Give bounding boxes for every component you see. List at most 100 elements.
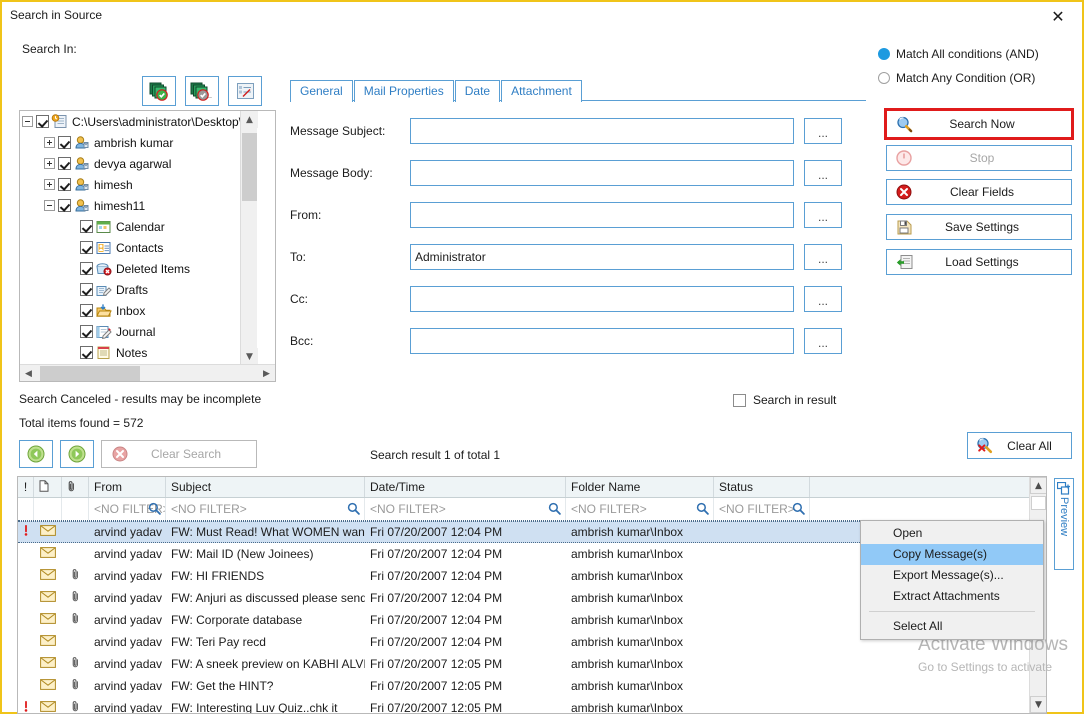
expand-toggle-icon[interactable] [44, 137, 55, 148]
table-row[interactable]: arvind yadav FW: Get the HINT? Fri 07/20/2… [18, 675, 1046, 697]
grid-header-from[interactable]: From [89, 477, 166, 497]
tree-node-checkbox[interactable] [80, 241, 93, 254]
grid-filter-folder[interactable]: <NO FILTER> [566, 498, 714, 520]
tab-attachment[interactable]: Attachment [501, 80, 582, 102]
bcc-input[interactable] [410, 328, 794, 354]
tree-scroll-left-icon[interactable]: ◀ [20, 365, 37, 381]
field-browse-button[interactable]: ... [804, 118, 842, 144]
search-now-button[interactable]: Search Now [884, 108, 1074, 140]
tab-mail-properties[interactable]: Mail Properties [353, 80, 454, 102]
context-menu-item-extract-attachments[interactable]: Extract Attachments [861, 586, 1043, 607]
close-icon[interactable]: ✕ [1038, 4, 1078, 28]
tree-node-checkbox[interactable] [36, 115, 49, 128]
criteria-tabs[interactable]: General Mail Properties Date Attachment [290, 80, 583, 102]
context-menu-item-select-all[interactable]: Select All [861, 616, 1043, 637]
tree-vertical-scrollbar[interactable]: ▲ ▼ [240, 111, 258, 365]
clear-fields-button[interactable]: Clear Fields [886, 179, 1072, 205]
field-browse-button[interactable]: ... [804, 244, 842, 270]
tree-node[interactable]: Journal [20, 321, 259, 342]
grid-header-status[interactable]: Status [714, 477, 810, 497]
tree-node[interactable]: himesh11 [20, 195, 259, 216]
search-in-result-checkbox[interactable] [733, 393, 746, 407]
tree-node[interactable]: Drafts [20, 279, 259, 300]
collapse-toggle-icon[interactable] [44, 200, 55, 211]
grid-scroll-thumb[interactable] [1031, 496, 1046, 510]
cc-input[interactable] [410, 286, 794, 312]
grid-header-spare[interactable] [810, 477, 1046, 497]
tree-node-checkbox[interactable] [58, 157, 71, 170]
field-browse-button[interactable]: ... [804, 286, 842, 312]
match-any-radio[interactable] [878, 72, 890, 84]
expand-toggle-icon[interactable] [44, 158, 55, 169]
tree-node[interactable]: Contacts [20, 237, 259, 258]
grid-filter-subject[interactable]: <NO FILTER> [166, 498, 365, 520]
table-row[interactable]: arvind yadav FW: A sneek preview on KABHI… [18, 653, 1046, 675]
tree-node[interactable]: ambrish kumar [20, 132, 259, 153]
message-body-input[interactable] [410, 160, 794, 186]
tree-node[interactable]: Notes [20, 342, 259, 363]
tab-date[interactable]: Date [454, 80, 501, 102]
table-row[interactable]: arvind yadav FW: Interesting Luv Quiz..ch… [18, 697, 1046, 713]
grid-header-folder[interactable]: Folder Name [566, 477, 714, 497]
tree-node-checkbox[interactable] [80, 304, 93, 317]
check-all-icon[interactable] [142, 76, 176, 106]
tree-node-checkbox[interactable] [80, 346, 93, 359]
grid-header-flag[interactable]: ! [18, 477, 34, 497]
tree-node[interactable]: himesh [20, 174, 259, 195]
to-input[interactable] [410, 244, 794, 270]
field-browse-button[interactable]: ... [804, 202, 842, 228]
load-settings-button[interactable]: Load Settings [886, 249, 1072, 275]
grid-context-menu[interactable]: Open Copy Message(s) Export Message(s)... E… [860, 520, 1044, 640]
tree-node-checkbox[interactable] [80, 262, 93, 275]
tree-node-checkbox[interactable] [80, 325, 93, 338]
search-in-result-row[interactable]: Search in result [733, 393, 836, 407]
grid-filter-date[interactable]: <NO FILTER> [365, 498, 566, 520]
expand-toggle-icon[interactable] [44, 179, 55, 190]
match-any-radio-row[interactable]: Match Any Condition (OR) [878, 71, 1035, 85]
uncheck-all-icon[interactable]: .. [185, 76, 219, 106]
tab-general[interactable]: General [290, 80, 353, 102]
grid-filter-from[interactable]: <NO FILTER> [89, 498, 166, 520]
stop-button[interactable]: Stop [886, 145, 1072, 171]
message-subject-input[interactable] [410, 118, 794, 144]
filter-search-icon[interactable] [148, 502, 161, 518]
tree-scroll-down-icon[interactable]: ▼ [241, 348, 258, 365]
grid-scroll-down-icon[interactable]: ▼ [1030, 696, 1046, 713]
context-menu-item-export-message-s[interactable]: Export Message(s)... [861, 565, 1043, 586]
collapse-toggle-icon[interactable] [22, 116, 33, 127]
tree-hscroll-thumb[interactable] [40, 366, 140, 381]
match-all-radio[interactable] [878, 48, 890, 60]
tree-node-checkbox[interactable] [80, 220, 93, 233]
filter-search-icon[interactable] [792, 502, 805, 518]
tree-node-checkbox[interactable] [58, 199, 71, 212]
filter-search-icon[interactable] [548, 502, 561, 518]
clear-all-button[interactable]: Clear All [967, 432, 1072, 459]
tree-scroll-right-icon[interactable]: ▶ [258, 365, 275, 381]
next-result-button[interactable] [60, 440, 94, 468]
save-settings-button[interactable]: Save Settings [886, 214, 1072, 240]
tree-node[interactable]: devya agarwal [20, 153, 259, 174]
grid-scroll-up-icon[interactable]: ▲ [1030, 477, 1046, 494]
tree-node[interactable]: C:\Users\administrator\Desktop\E [20, 111, 259, 132]
filter-search-icon[interactable] [347, 502, 360, 518]
grid-header-att[interactable] [62, 477, 89, 497]
select-items-icon[interactable] [228, 76, 262, 106]
grid-header-subject[interactable]: Subject [166, 477, 365, 497]
field-browse-button[interactable]: ... [804, 160, 842, 186]
clear-search-button[interactable]: Clear Search [101, 440, 257, 468]
field-browse-button[interactable]: ... [804, 328, 842, 354]
tree-scroll-thumb[interactable] [242, 133, 257, 201]
grid-header-date[interactable]: Date/Time [365, 477, 566, 497]
grid-header-read[interactable] [34, 477, 62, 497]
tree-node[interactable]: Calendar [20, 216, 259, 237]
tree-node-checkbox[interactable] [58, 136, 71, 149]
grid-filter-row[interactable]: <NO FILTER> <NO FILTER> <NO FILTER> <NO FIL… [18, 498, 1046, 521]
grid-header-row[interactable]: ! From Subject Date/Time Folder Name Status [18, 477, 1046, 498]
from-input[interactable] [410, 202, 794, 228]
tree-scroll-up-icon[interactable]: ▲ [241, 111, 258, 128]
preview-pane-tab[interactable]: Preview [1054, 478, 1074, 570]
prev-result-button[interactable] [19, 440, 53, 468]
match-all-radio-row[interactable]: Match All conditions (AND) [878, 47, 1039, 61]
grid-filter-status[interactable]: <NO FILTER> [714, 498, 810, 520]
context-menu-item-open[interactable]: Open [861, 523, 1043, 544]
